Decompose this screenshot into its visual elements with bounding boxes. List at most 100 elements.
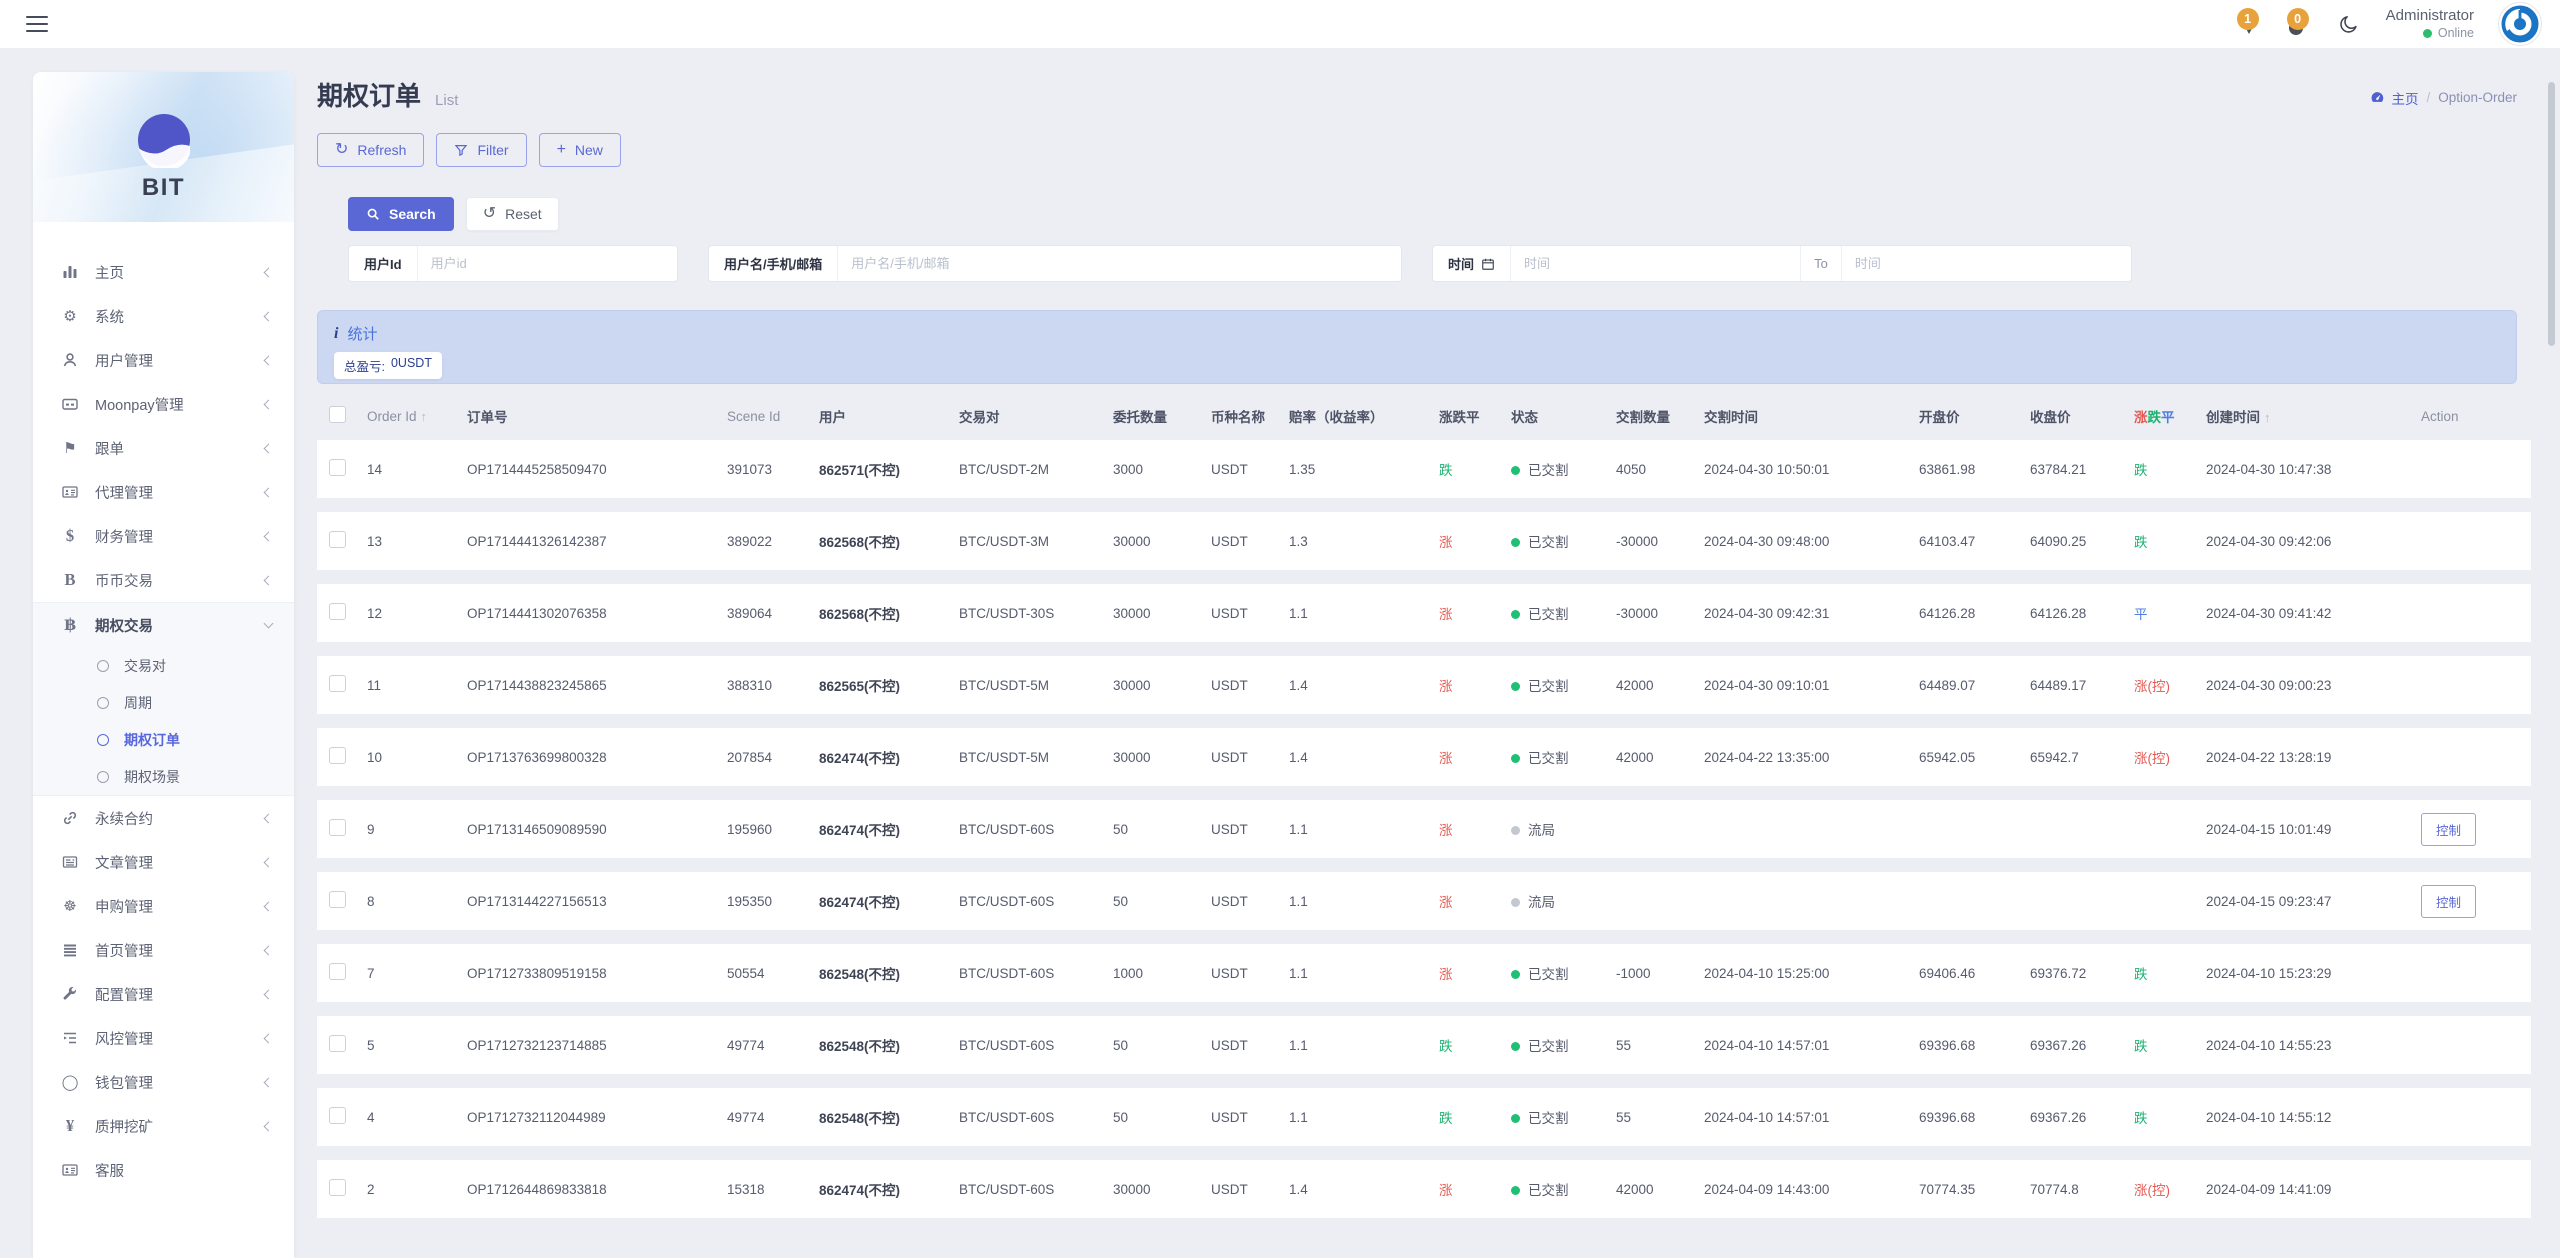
cell-close-price: 64489.17 <box>2030 656 2134 714</box>
circle-bullet-icon <box>97 697 109 709</box>
cell-amount: 50 <box>1113 1016 1211 1074</box>
row-checkbox[interactable] <box>329 459 346 476</box>
wrench-icon <box>59 986 81 1002</box>
reset-icon: ↺ <box>483 206 496 222</box>
time-to-input[interactable] <box>1842 246 2131 281</box>
sidebar-item-质押挖矿[interactable]: ¥质押挖矿 <box>33 1104 294 1148</box>
sidebar-item-代理管理[interactable]: 代理管理 <box>33 470 294 514</box>
row-checkbox[interactable] <box>329 531 346 548</box>
cell-order-no: OP1713763699800328 <box>467 728 727 786</box>
cell-pair: BTC/USDT-60S <box>959 800 1113 858</box>
user-name-input[interactable] <box>838 246 1401 281</box>
sidebar-item-系统[interactable]: ⚙系统 <box>33 294 294 338</box>
new-button[interactable]: + New <box>539 133 621 167</box>
cell-user: 862548(不控) <box>819 944 959 1002</box>
cell-direction: 涨 <box>1439 1160 1511 1218</box>
cell-settle-amount: -30000 <box>1616 512 1704 570</box>
dark-mode-toggle[interactable] <box>2336 11 2362 37</box>
cell-settle-amount: 4050 <box>1616 440 1704 498</box>
cell-status: 已交割 <box>1511 584 1616 642</box>
row-checkbox[interactable] <box>329 891 346 908</box>
row-checkbox[interactable] <box>329 747 346 764</box>
sidebar-item-钱包管理[interactable]: ◯钱包管理 <box>33 1060 294 1104</box>
cell-odds: 1.1 <box>1289 944 1439 1002</box>
sidebar-subitem-期权订单[interactable]: 期权订单 <box>33 721 294 758</box>
avatar[interactable] <box>2498 2 2542 46</box>
cell-user: 862474(不控) <box>819 800 959 858</box>
scrollbar-thumb[interactable] <box>2548 82 2555 346</box>
sidebar-item-主页[interactable]: 主页 <box>33 250 294 294</box>
row-checkbox[interactable] <box>329 1179 346 1196</box>
cell-result: 跌 <box>2134 440 2206 498</box>
cell-result: 跌 <box>2134 1016 2206 1074</box>
sidebar-subitem-交易对[interactable]: 交易对 <box>33 647 294 684</box>
menu-toggle-icon[interactable] <box>26 16 48 32</box>
row-checkbox[interactable] <box>329 1035 346 1052</box>
sidebar-item-客服[interactable]: 客服 <box>33 1148 294 1192</box>
sidebar-item-风控管理[interactable]: 风控管理 <box>33 1016 294 1060</box>
cell-status: 流局 <box>1511 800 1616 858</box>
cell-settle-time: 2024-04-09 14:43:00 <box>1704 1160 1919 1218</box>
time-from-input[interactable] <box>1511 246 1800 281</box>
cell-amount: 1000 <box>1113 944 1211 1002</box>
cell-result <box>2134 872 2206 930</box>
cell-pair: BTC/USDT-5M <box>959 728 1113 786</box>
sidebar-item-文章管理[interactable]: 文章管理 <box>33 840 294 884</box>
search-button[interactable]: Search <box>348 197 454 231</box>
row-checkbox[interactable] <box>329 1107 346 1124</box>
cell-direction: 跌 <box>1439 440 1511 498</box>
status-dot <box>1511 538 1520 547</box>
info-icon: i <box>334 325 338 343</box>
online-dot <box>2423 29 2432 38</box>
cell-coin: USDT <box>1211 656 1289 714</box>
id-card-icon <box>59 484 81 500</box>
reset-button[interactable]: ↺ Reset <box>466 197 559 231</box>
medal-badge[interactable]: 1 <box>2236 8 2262 40</box>
cell-created-at: 2024-04-30 09:41:42 <box>2206 584 2421 642</box>
bitcoin-icon: ฿ <box>59 615 81 635</box>
brand-logo-icon <box>2500 4 2540 44</box>
cell-scene-id: 195350 <box>727 872 819 930</box>
row-checkbox[interactable] <box>329 819 346 836</box>
sidebar-item-币币交易[interactable]: B币币交易 <box>33 558 294 602</box>
row-checkbox[interactable] <box>329 603 346 620</box>
cell-order-no: OP1714441326142387 <box>467 512 727 570</box>
user-id-input[interactable] <box>418 246 677 281</box>
control-button[interactable]: 控制 <box>2421 813 2476 846</box>
column-赔率（收益率）: 赔率（收益率） <box>1289 400 1439 426</box>
filter-button[interactable]: Filter <box>436 133 526 167</box>
status-dot <box>1511 466 1520 475</box>
sidebar-subitem-周期[interactable]: 周期 <box>33 684 294 721</box>
chevron-left-icon <box>264 857 274 867</box>
sort-arrow-icon[interactable]: ↑ <box>2264 410 2271 425</box>
column-交割数量: 交割数量 <box>1616 400 1704 426</box>
row-checkbox[interactable] <box>329 963 346 980</box>
sidebar-item-label: 首页管理 <box>95 940 265 961</box>
sidebar-item-配置管理[interactable]: 配置管理 <box>33 972 294 1016</box>
sidebar-item-财务管理[interactable]: $财务管理 <box>33 514 294 558</box>
sidebar-item-跟单[interactable]: ⚑跟单 <box>33 426 294 470</box>
sidebar-item-申购管理[interactable]: ☸申购管理 <box>33 884 294 928</box>
status-dot <box>1511 610 1520 619</box>
refresh-button[interactable]: ↻ Refresh <box>317 133 424 167</box>
sidebar-item-期权交易[interactable]: ฿期权交易 <box>33 603 294 647</box>
sidebar-subitem-期权场景[interactable]: 期权场景 <box>33 758 294 795</box>
control-button[interactable]: 控制 <box>2421 885 2476 918</box>
column-创建时间: 创建时间↑ <box>2206 400 2421 426</box>
sidebar-item-label: 永续合约 <box>95 808 265 829</box>
cell-action <box>2421 1016 2531 1074</box>
sort-arrow-icon[interactable]: ↑ <box>421 409 428 424</box>
sidebar-item-永续合约[interactable]: 永续合约 <box>33 796 294 840</box>
sidebar-item-用户管理[interactable]: 用户管理 <box>33 338 294 382</box>
row-checkbox[interactable] <box>329 675 346 692</box>
newspaper-icon <box>59 854 81 870</box>
sidebar-item-Moonpay管理[interactable]: Moonpay管理 <box>33 382 294 426</box>
notification-badge[interactable]: 0 <box>2286 8 2312 40</box>
chevron-left-icon <box>264 487 274 497</box>
cell-status: 已交割 <box>1511 1160 1616 1218</box>
sidebar-item-label: 财务管理 <box>95 526 265 547</box>
user-info[interactable]: Administrator Online <box>2386 7 2474 41</box>
breadcrumb-home-link[interactable]: 主页 <box>2370 88 2418 108</box>
sidebar-item-首页管理[interactable]: 首页管理 <box>33 928 294 972</box>
select-all-checkbox[interactable] <box>329 406 346 423</box>
